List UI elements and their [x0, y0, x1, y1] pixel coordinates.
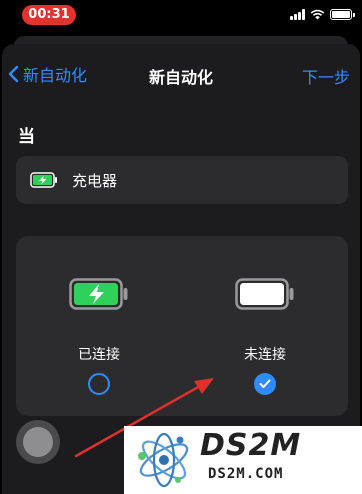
navigation-bar: 新自动化 新自动化 下一步: [2, 44, 360, 106]
option-disconnected-label: 未连接: [244, 347, 286, 363]
option-connected-radio[interactable]: [88, 373, 110, 395]
trigger-label: 充电器: [72, 171, 118, 190]
when-heading: 当: [18, 127, 35, 147]
watermark-subtitle: DS2M.COM: [208, 466, 284, 482]
next-button[interactable]: 下一步: [302, 64, 350, 88]
battery-icon: [330, 8, 355, 20]
battery-full-white-icon: [235, 278, 294, 310]
option-connected-label: 已连接: [78, 347, 120, 363]
atom-logo-icon: [138, 432, 189, 488]
wifi-icon: [310, 9, 325, 19]
connection-options-card: 已连接 未连接: [16, 236, 348, 416]
status-time[interactable]: 00:31: [22, 5, 76, 25]
trigger-charger-row[interactable]: 充电器: [16, 156, 348, 204]
watermark-title: DS2M: [200, 428, 302, 463]
checkmark-icon: [259, 379, 271, 388]
cellular-signal-icon: [290, 8, 305, 20]
charging-battery-icon: [30, 172, 57, 188]
watermark: DS2M DS2M.COM: [124, 426, 362, 494]
option-disconnected[interactable]: 未连接: [182, 236, 348, 416]
status-bar: 00:31: [0, 0, 362, 28]
status-icons: [290, 7, 355, 21]
charging-battery-icon: [69, 278, 128, 310]
option-disconnected-radio[interactable]: [254, 373, 276, 395]
assistive-touch-button[interactable]: [16, 420, 60, 464]
option-connected[interactable]: 已连接: [16, 236, 182, 416]
